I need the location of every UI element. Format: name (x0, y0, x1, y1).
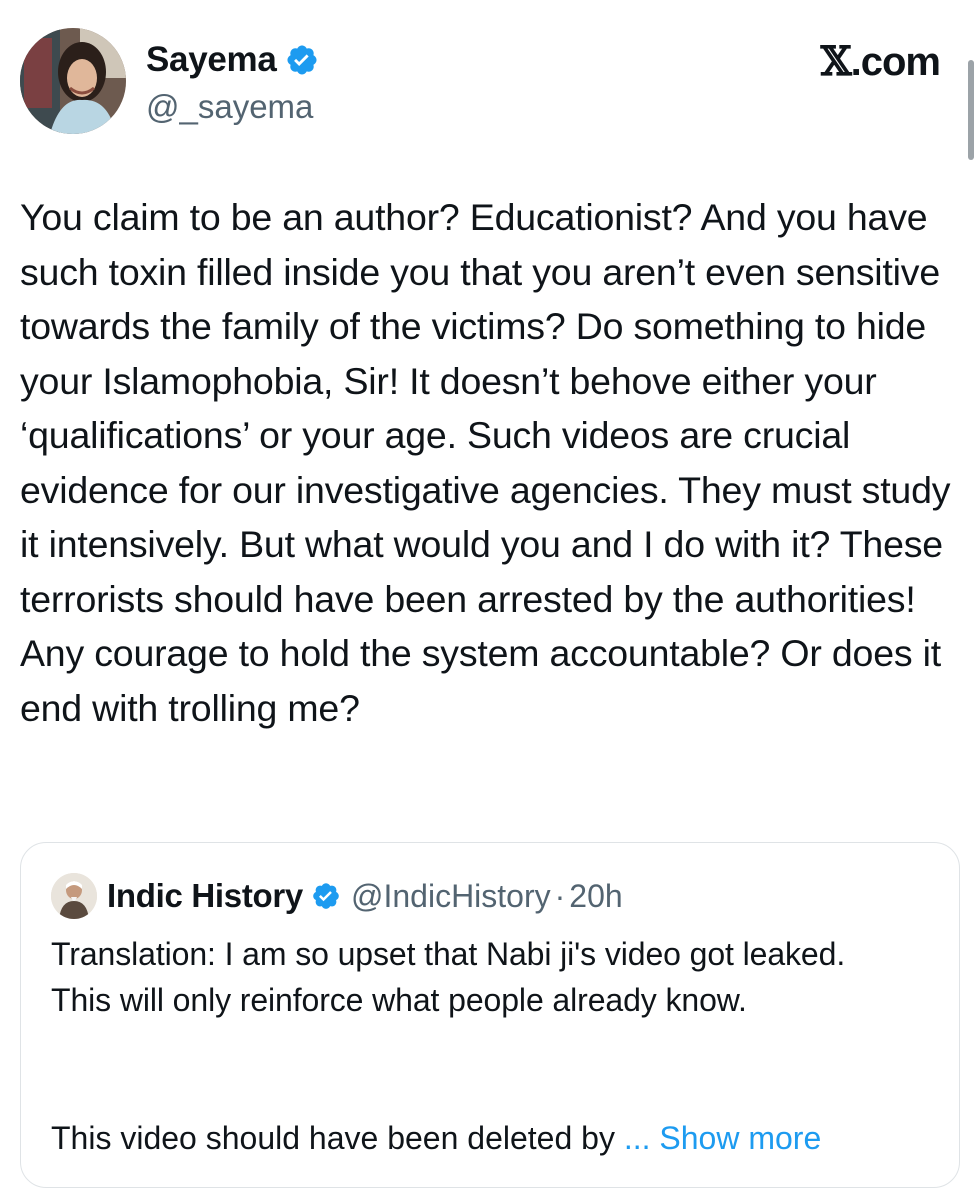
author-block: Sayema @_sayema (146, 40, 319, 126)
brand-suffix: .com (850, 40, 941, 84)
quoted-author-name[interactable]: Indic History (107, 877, 303, 915)
verified-badge-icon (287, 45, 317, 75)
show-more-link[interactable]: Show more (659, 1120, 821, 1156)
quoted-tweet-header: Indic History @IndicHistory · 20h (51, 873, 623, 919)
author-handle[interactable]: @_sayema (146, 88, 319, 126)
quoted-tweet-card[interactable]: Indic History @IndicHistory · 20h Transl… (20, 842, 960, 1188)
separator-dot: · (554, 877, 566, 914)
x-logo-icon: 𝕏 (820, 38, 852, 85)
author-avatar[interactable] (20, 28, 126, 134)
scrollbar[interactable] (968, 60, 974, 160)
quoted-verified-badge-icon (313, 883, 339, 909)
quoted-author-avatar[interactable] (51, 873, 97, 919)
brand-watermark: 𝕏.com (820, 38, 941, 85)
quoted-timestamp[interactable]: 20h (569, 878, 622, 915)
quoted-author-handle[interactable]: @IndicHistory (351, 878, 551, 915)
author-name[interactable]: Sayema (146, 40, 277, 80)
quoted-tweet-truncated: This video should have been deleted by .… (51, 1115, 931, 1161)
quoted-truncated-text: This video should have been deleted by (51, 1120, 615, 1156)
tweet-text: You claim to be an author? Educationist?… (20, 196, 951, 729)
quoted-tweet-text: Translation: I am so upset that Nabi ji'… (51, 936, 846, 1018)
quoted-profile-photo-icon (51, 873, 97, 919)
ellipsis: ... (623, 1120, 651, 1156)
profile-photo-icon (20, 28, 126, 134)
